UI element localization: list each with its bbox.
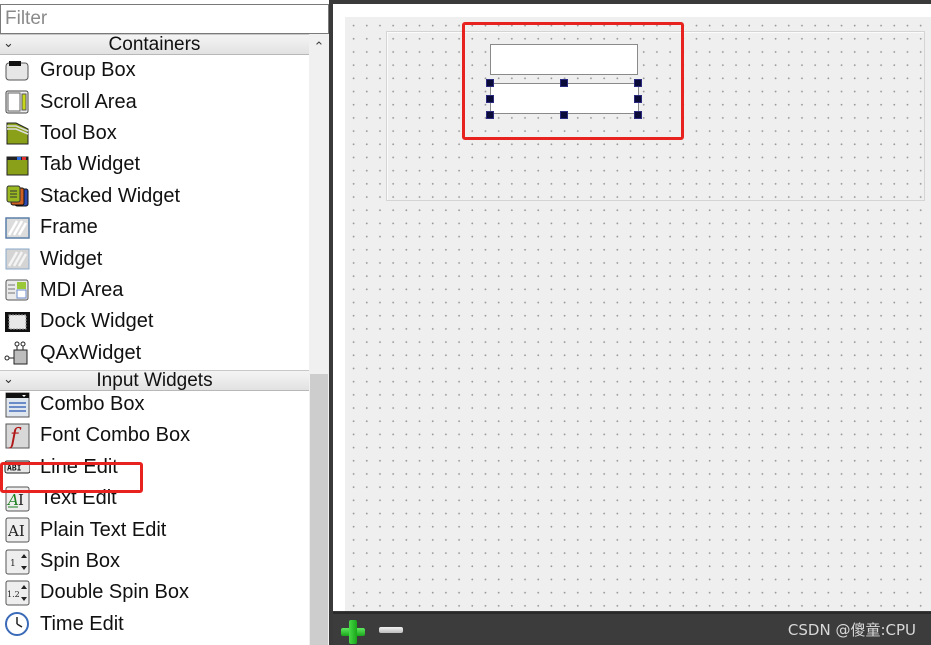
- dock-widget-icon: [3, 309, 31, 335]
- widget-item-plain-text-edit[interactable]: AI Plain Text Edit: [0, 514, 309, 545]
- widget-item-qaxwidget[interactable]: QAxWidget: [0, 338, 309, 369]
- filter-input[interactable]: [0, 4, 329, 34]
- widget-item-scroll-area[interactable]: Scroll Area: [0, 86, 309, 117]
- widget-item-label: QAxWidget: [40, 341, 142, 364]
- widget-item-spin-box[interactable]: 1 Spin Box: [0, 546, 309, 577]
- selection-handle-top-left[interactable]: [486, 79, 494, 87]
- widget-item-label: Tool Box: [40, 121, 117, 144]
- svg-text:I: I: [18, 491, 24, 509]
- widget-item-label: Time Edit: [40, 612, 124, 635]
- widget-item-label: Frame: [40, 216, 98, 239]
- widget-icon: [3, 246, 31, 272]
- widget-item-label: Dock Widget: [40, 310, 154, 333]
- svg-text:1.2: 1.2: [7, 590, 20, 599]
- widget-item-font-combo-box[interactable]: f Font Combo Box: [0, 420, 309, 451]
- selection-handle-bottom-left[interactable]: [486, 111, 494, 119]
- widget-item-label: Stacked Widget: [40, 184, 181, 207]
- stacked-widget-icon: [3, 183, 31, 209]
- line-edit-icon: ABI: [3, 454, 31, 480]
- widget-item-group-box[interactable]: Group Box: [0, 55, 309, 86]
- spin-box-icon: 1: [3, 549, 31, 575]
- bottom-toolbar: CSDN @傻童:CPU: [333, 612, 931, 645]
- chevron-down-icon: ⌄: [3, 35, 14, 50]
- watermark: CSDN @傻童:CPU: [787, 621, 916, 639]
- plain-text-edit-icon: AI: [3, 517, 31, 543]
- selection-handle-top-right[interactable]: [634, 79, 642, 87]
- double-spin-box-icon: 1.2: [3, 580, 31, 606]
- scrollbar-thumb[interactable]: [310, 374, 328, 645]
- widget-item-tab-widget[interactable]: Tab Widget: [0, 149, 309, 180]
- category-input-widgets[interactable]: ⌄ Input Widgets: [0, 369, 309, 391]
- widget-item-label: Tab Widget: [40, 153, 141, 176]
- widget-item-label: Widget: [40, 247, 103, 270]
- chevron-down-icon: ⌄: [3, 370, 14, 386]
- frame-icon: [3, 215, 31, 241]
- mdi-area-icon: [3, 277, 31, 303]
- widget-item-dock-widget[interactable]: Dock Widget: [0, 306, 309, 337]
- selection-handle-bottom-center[interactable]: [560, 111, 568, 119]
- widget-item-text-edit[interactable]: AI Text Edit: [0, 483, 309, 514]
- category-label: Containers: [108, 34, 201, 55]
- widget-item-label: Group Box: [40, 59, 136, 82]
- svg-text:ABI: ABI: [7, 464, 22, 473]
- category-label: Input Widgets: [96, 369, 213, 391]
- selection-handle-top-center[interactable]: [560, 79, 568, 87]
- plus-icon[interactable]: [341, 620, 365, 644]
- selection-handle-bottom-right[interactable]: [634, 111, 642, 119]
- widget-item-label: Scroll Area: [40, 90, 137, 113]
- widget-item-line-edit[interactable]: ABI Line Edit: [0, 452, 309, 483]
- widget-item-label: Plain Text Edit: [40, 518, 167, 541]
- widget-item-double-spin-box[interactable]: 1.2 Double Spin Box: [0, 577, 309, 608]
- text-edit-icon: AI: [3, 486, 31, 512]
- chevron-up-icon[interactable]: ⌃: [309, 34, 329, 56]
- tab-widget-icon: [3, 152, 31, 178]
- widget-item-combo-box[interactable]: Combo Box: [0, 389, 309, 420]
- widget-item-time-edit[interactable]: Time Edit: [0, 609, 309, 640]
- line-edit-1[interactable]: [490, 44, 638, 75]
- selection-handle-middle-right[interactable]: [634, 95, 642, 103]
- svg-text:AI: AI: [7, 522, 25, 540]
- widget-item-label: MDI Area: [40, 278, 124, 301]
- widget-item-label: Text Edit: [40, 487, 117, 510]
- widget-list: ⌄ Containers Group Box Scroll Area Tool …: [0, 34, 309, 645]
- time-edit-icon: [3, 611, 31, 637]
- svg-text:1: 1: [10, 559, 16, 569]
- form-container-frame[interactable]: [386, 31, 925, 201]
- category-containers[interactable]: ⌄ Containers: [0, 34, 309, 55]
- tool-box-icon: [3, 120, 31, 146]
- widget-item-label: Double Spin Box: [40, 581, 189, 604]
- widget-item-widget[interactable]: Widget: [0, 243, 309, 274]
- widget-item-stacked-widget[interactable]: Stacked Widget: [0, 181, 309, 212]
- widget-item-frame[interactable]: Frame: [0, 212, 309, 243]
- line-edit-2-selected[interactable]: [490, 83, 639, 114]
- widget-list-scrollbar[interactable]: ⌃: [309, 34, 329, 645]
- widget-item-label: Combo Box: [40, 393, 145, 416]
- widget-item-tool-box[interactable]: Tool Box: [0, 118, 309, 149]
- widget-item-label: Spin Box: [40, 550, 121, 573]
- widget-item-label: Line Edit: [40, 455, 118, 478]
- group-box-icon: [3, 58, 31, 84]
- selection-handle-middle-left[interactable]: [486, 95, 494, 103]
- widget-item-label: Font Combo Box: [40, 424, 191, 447]
- combo-box-icon: [3, 392, 31, 418]
- widget-item-mdi-area[interactable]: MDI Area: [0, 275, 309, 306]
- scroll-area-icon: [3, 89, 31, 115]
- font-combo-box-icon: f: [3, 423, 31, 449]
- qaxwidget-icon: [3, 340, 31, 366]
- widget-box-panel: ⌄ Containers Group Box Scroll Area Tool …: [0, 0, 331, 645]
- minus-icon[interactable]: [379, 627, 403, 633]
